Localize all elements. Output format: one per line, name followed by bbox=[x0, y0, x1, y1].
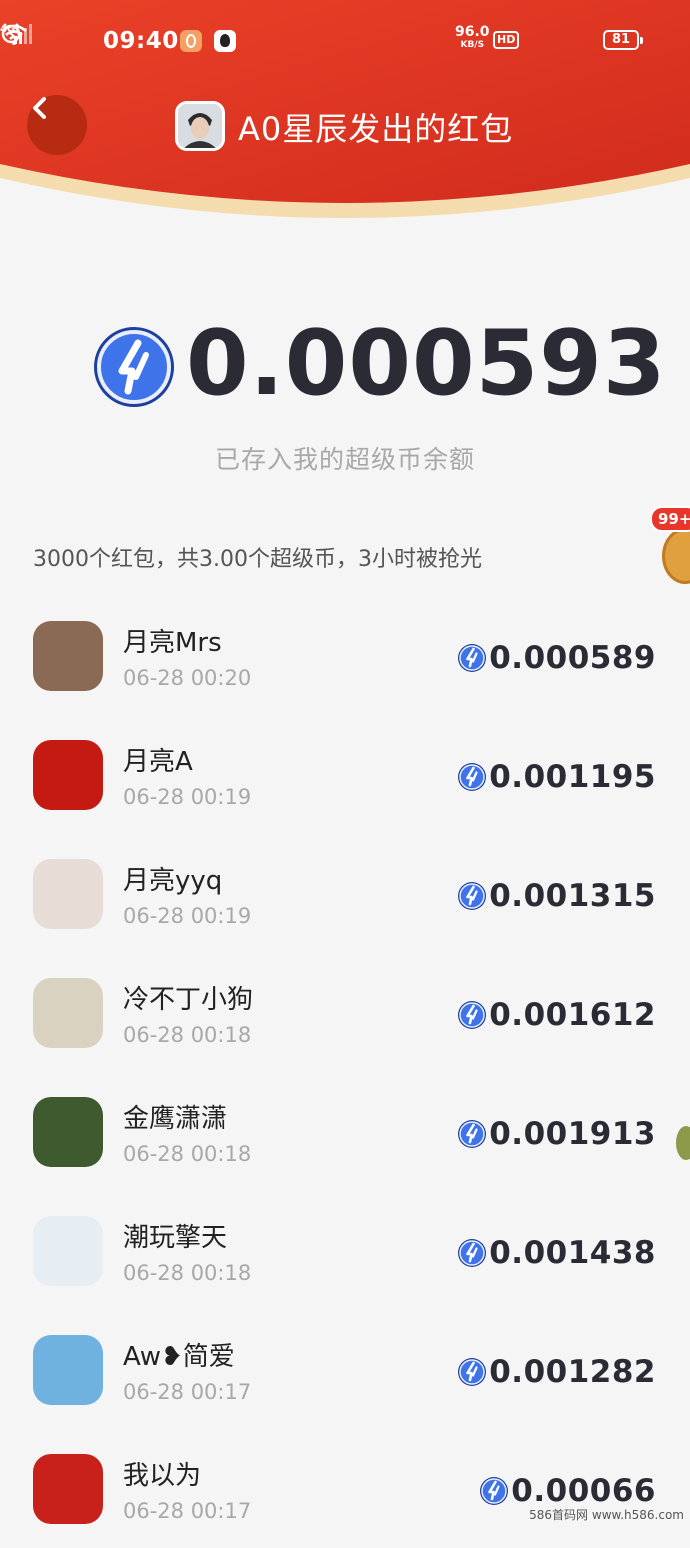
floating-sticker-icon[interactable] bbox=[676, 1126, 690, 1160]
claimed-amount: 0.001438 bbox=[457, 1235, 656, 1271]
amount-value: 0.001195 bbox=[489, 759, 656, 795]
super-coin-icon bbox=[458, 1001, 487, 1029]
user-name: 金鹰潇潇 bbox=[123, 1104, 228, 1134]
received-amount: 0.000593 bbox=[0, 314, 690, 418]
record-row[interactable]: 月亮Mrs 06-28 00:20 0.000589 bbox=[0, 596, 690, 715]
claim-time: 06-28 00:20 bbox=[123, 666, 252, 690]
amount-value: 0.001438 bbox=[489, 1235, 656, 1271]
record-row[interactable]: 潮玩擎天 06-28 00:18 0.001438 bbox=[0, 1191, 690, 1310]
user-name: 月亮A bbox=[123, 747, 193, 777]
network-speed: 96.0 KB/S bbox=[455, 24, 490, 52]
red-envelope-header: 09:40 96.0 KB/S HD 4G 81 A0星辰发出的红包 bbox=[0, 0, 690, 240]
user-avatar[interactable] bbox=[33, 1335, 103, 1405]
user-avatar[interactable] bbox=[33, 978, 103, 1048]
super-coin-icon bbox=[458, 763, 487, 791]
super-coin-icon bbox=[94, 327, 174, 407]
user-avatar[interactable] bbox=[33, 1216, 103, 1286]
envelope-summary: 3000个红包，共3.00个超级币，3小时被抢光 bbox=[33, 547, 482, 572]
user-name: Aw❥简爱 bbox=[123, 1342, 235, 1372]
amount-caption: 已存入我的超级币余额 bbox=[214, 445, 475, 474]
record-row[interactable]: 月亮yyq 06-28 00:19 0.001315 bbox=[0, 834, 690, 953]
amount-value: 0.000589 bbox=[489, 640, 656, 676]
claimed-amount: 0.001612 bbox=[457, 997, 656, 1033]
record-row[interactable]: 我以为 06-28 00:17 0.00066 bbox=[0, 1429, 690, 1548]
claimed-amount: 0.001282 bbox=[457, 1354, 656, 1390]
claimed-amount: 0.000589 bbox=[457, 640, 656, 676]
app-notification-icon bbox=[180, 30, 202, 52]
amount-value: 0.00066 bbox=[511, 1473, 656, 1509]
claim-time: 06-28 00:18 bbox=[123, 1023, 252, 1047]
user-avatar[interactable] bbox=[33, 1097, 103, 1167]
claimed-amount: 0.00066 bbox=[479, 1473, 656, 1509]
mascot-icon bbox=[662, 528, 690, 584]
user-name: 月亮yyq bbox=[123, 866, 223, 896]
speed-value: 96.0 bbox=[455, 24, 490, 40]
super-coin-icon bbox=[458, 1120, 487, 1148]
page-title: A0星辰发出的红包 bbox=[238, 110, 514, 148]
record-row[interactable]: 月亮A 06-28 00:19 0.001195 bbox=[0, 715, 690, 834]
network-type: 4G bbox=[0, 24, 15, 35]
super-coin-icon bbox=[458, 1239, 487, 1267]
user-name: 我以为 bbox=[123, 1461, 202, 1491]
record-row[interactable]: 冷不丁小狗 06-28 00:18 0.001612 bbox=[0, 953, 690, 1072]
claim-time: 06-28 00:17 bbox=[123, 1380, 252, 1404]
user-avatar[interactable] bbox=[33, 740, 103, 810]
user-name: 冷不丁小狗 bbox=[123, 985, 254, 1015]
chevron-left-icon bbox=[33, 97, 46, 119]
super-coin-icon bbox=[458, 644, 487, 672]
claimed-amount: 0.001913 bbox=[457, 1116, 656, 1152]
user-avatar[interactable] bbox=[33, 1454, 103, 1524]
user-avatar[interactable] bbox=[33, 859, 103, 929]
claim-time: 06-28 00:17 bbox=[123, 1499, 252, 1523]
hd-badge: HD bbox=[493, 31, 520, 49]
back-button[interactable] bbox=[27, 95, 87, 155]
claimed-amount: 0.001195 bbox=[457, 759, 656, 795]
record-row[interactable]: 金鹰潇潇 06-28 00:18 0.001913 bbox=[0, 1072, 690, 1191]
watermark: 586首码网 www.h586.com bbox=[529, 1508, 684, 1522]
record-row[interactable]: Aw❥简爱 06-28 00:17 0.001282 bbox=[0, 1310, 690, 1429]
signal-icon: 4G bbox=[0, 24, 32, 44]
claim-time: 06-28 00:19 bbox=[123, 785, 252, 809]
amount-value: 0.001612 bbox=[489, 997, 656, 1033]
sender-avatar[interactable] bbox=[175, 101, 225, 151]
amount-value: 0.001282 bbox=[489, 1354, 656, 1390]
amount-value: 0.001315 bbox=[489, 878, 656, 914]
sender-portrait bbox=[178, 104, 222, 148]
user-name: 月亮Mrs bbox=[123, 628, 222, 658]
amount-value: 0.000593 bbox=[186, 311, 667, 416]
super-coin-icon bbox=[458, 882, 487, 910]
amount-value: 0.001913 bbox=[489, 1116, 656, 1152]
super-coin-icon bbox=[480, 1477, 509, 1505]
status-time: 09:40 bbox=[103, 28, 179, 54]
claim-records-list: 月亮Mrs 06-28 00:20 0.000589 月亮A 06-28 00:19 0.… bbox=[0, 596, 690, 1548]
qq-icon bbox=[214, 30, 236, 52]
super-coin-icon bbox=[458, 1358, 487, 1386]
claim-time: 06-28 00:18 bbox=[123, 1142, 252, 1166]
claim-time: 06-28 00:18 bbox=[123, 1261, 252, 1285]
user-avatar[interactable] bbox=[33, 621, 103, 691]
claimed-amount: 0.001315 bbox=[457, 878, 656, 914]
battery-indicator: 81 bbox=[603, 30, 643, 50]
claim-time: 06-28 00:19 bbox=[123, 904, 252, 928]
user-name: 潮玩擎天 bbox=[123, 1223, 228, 1253]
status-bar: 09:40 96.0 KB/S HD 4G 81 bbox=[0, 22, 690, 62]
notification-count-badge: 99+ bbox=[650, 506, 690, 532]
speed-unit: KB/S bbox=[460, 40, 485, 50]
